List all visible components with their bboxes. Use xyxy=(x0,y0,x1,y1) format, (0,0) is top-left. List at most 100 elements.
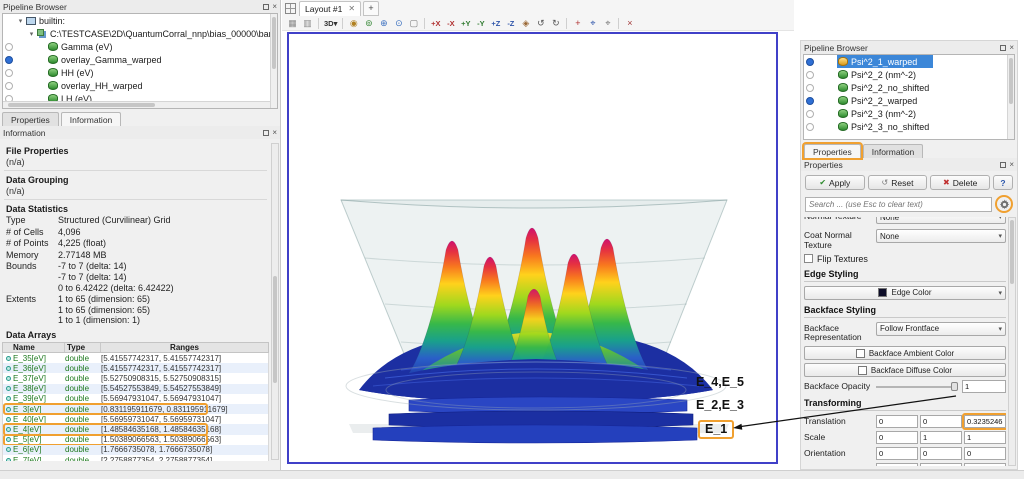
table-row[interactable]: E_6[eV]double[1.7666735078, 1.7666735078… xyxy=(3,445,268,455)
toolbar-reset-center-button[interactable]: ⌖ xyxy=(601,17,614,30)
tree-expander-icon[interactable]: ▾ xyxy=(16,17,25,25)
toolbar-set-view-minus-z-button[interactable]: -Z xyxy=(504,17,517,30)
table-row[interactable]: E_36[eV]double[5.41557742317, 5.41557742… xyxy=(3,363,268,373)
scale-y-input[interactable] xyxy=(920,431,962,444)
coat-normal-texture-dropdown[interactable]: None▾ xyxy=(876,229,1006,243)
backface-di ffuse-color-button[interactable]: Backface Diffuse Color xyxy=(804,363,1006,377)
chevron-down-icon[interactable]: ▾ xyxy=(998,289,1002,297)
toolbar-reset-camera-button[interactable]: ⊚ xyxy=(362,17,375,30)
apply-button[interactable]: ✔Apply xyxy=(805,175,865,190)
visibility-eye-icon[interactable] xyxy=(806,110,814,118)
pipeline-item[interactable]: Psi^2_1_warped xyxy=(804,55,1014,68)
visibility-eye-icon[interactable] xyxy=(806,58,814,66)
table-row[interactable]: E_38[eV]double[5.54527553849, 5.54527553… xyxy=(3,384,268,394)
close-icon[interactable]: × xyxy=(272,2,277,11)
information-scrollbar[interactable] xyxy=(271,143,279,460)
pipeline-item[interactable]: HH (eV) xyxy=(3,66,277,79)
toolbar-rotate-90-cw-button[interactable]: ↻ xyxy=(549,17,562,30)
right-pipeline-tree[interactable]: Psi^2_1_warpedPsi^2_2 (nm^-2)Psi^2_2_no_… xyxy=(803,54,1015,140)
orientation-y-input[interactable] xyxy=(920,447,962,460)
close-icon[interactable]: ✕ xyxy=(348,4,355,13)
table-row[interactable]: E_5[eV]double[1.50389066563, 1.503890665… xyxy=(3,435,268,445)
visibility-eye-icon[interactable] xyxy=(5,43,13,51)
toolbar-set-view-minus-y-button[interactable]: -Y xyxy=(474,17,487,30)
column-header-name[interactable]: Name xyxy=(3,343,65,352)
pipeline-item[interactable]: Psi^2_3 (nm^-2) xyxy=(804,107,1014,120)
delete-button[interactable]: ✖Delete xyxy=(930,175,990,190)
toolbar-pick-center-button[interactable]: ⌖ xyxy=(586,17,599,30)
table-row[interactable]: E_4[eV]double[1.48584635168, 1.485846351… xyxy=(3,424,268,434)
pipeline-item[interactable]: ▾builtin: xyxy=(3,14,277,27)
scale-x-input[interactable] xyxy=(876,431,918,444)
toolbar-set-view-plus-y-button[interactable]: +Y xyxy=(459,17,472,30)
undock-icon[interactable] xyxy=(263,4,269,10)
backface-ambient-color-button[interactable]: Backface Ambient Color xyxy=(804,346,1006,360)
undock-icon[interactable] xyxy=(263,130,269,136)
toolbar-rotate-90-ccw-button[interactable]: ↺ xyxy=(534,17,547,30)
visibility-eye-icon[interactable] xyxy=(5,82,13,90)
undock-icon[interactable] xyxy=(1000,162,1006,168)
visibility-eye-icon[interactable] xyxy=(806,97,814,105)
backface-opacity-input[interactable] xyxy=(962,380,1006,393)
tree-expander-icon[interactable]: ▾ xyxy=(27,30,36,38)
tree-horizontal-scrollbar[interactable] xyxy=(3,101,270,108)
gear-icon[interactable] xyxy=(999,199,1010,210)
toolbar-set-view-plus-z-button[interactable]: +Z xyxy=(489,17,502,30)
pipeline-item[interactable]: Gamma (eV) xyxy=(3,40,277,53)
origin-z-input[interactable] xyxy=(964,463,1006,466)
toolbar-zoom-closest-button[interactable]: ⊙ xyxy=(392,17,405,30)
tab-properties-right[interactable]: Properties xyxy=(804,144,861,158)
backface-representation-dropdown[interactable]: Follow Frontface▾ xyxy=(876,322,1006,336)
table-row[interactable]: E_40[eV]double[5.56959731047, 5.56959731… xyxy=(3,414,268,424)
add-layout-tab-button[interactable]: + xyxy=(363,1,379,16)
visibility-eye-icon[interactable] xyxy=(806,123,814,131)
visibility-eye-icon[interactable] xyxy=(806,71,814,79)
visibility-eye-icon[interactable] xyxy=(5,56,13,64)
toolbar-set-view-plus-x-button[interactable]: +X xyxy=(429,17,442,30)
tab-layout-1[interactable]: Layout #1 ✕ xyxy=(299,1,361,16)
tab-properties-left[interactable]: Properties xyxy=(2,112,59,126)
origin-y-input[interactable] xyxy=(920,463,962,466)
toolbar-isometric-view-button[interactable]: ◈ xyxy=(519,17,532,30)
orientation-x-input[interactable] xyxy=(876,447,918,460)
toolbar-paste-view-button[interactable]: ▥ xyxy=(301,17,314,30)
table-row[interactable]: E_7[eV]double[2.2758877354, 2.2758877354… xyxy=(3,455,268,461)
properties-scrollbar[interactable] xyxy=(1008,217,1016,466)
search-input[interactable] xyxy=(805,197,992,212)
tree-vertical-scrollbar[interactable] xyxy=(270,14,277,108)
visibility-eye-icon[interactable] xyxy=(5,69,13,77)
toolbar-zoom-to-box-button[interactable]: ▢ xyxy=(407,17,420,30)
column-header-ranges[interactable]: Ranges xyxy=(101,343,268,352)
undock-icon[interactable] xyxy=(1000,45,1006,51)
left-pipeline-tree[interactable]: ▾builtin:▾C:\TESTCASE\2D\QuantumCorral_n… xyxy=(2,13,278,109)
tab-information-left[interactable]: Information xyxy=(61,112,122,126)
tree-vertical-scrollbar[interactable] xyxy=(1007,55,1014,139)
toolbar-render-mode-3d-button[interactable]: 3D▾ xyxy=(323,17,338,30)
close-icon[interactable]: × xyxy=(1009,43,1014,52)
pipeline-item[interactable]: Psi^2_2_no_shifted xyxy=(804,81,1014,94)
render-view[interactable]: E_4,E_5 E_2,E_3 E_1 xyxy=(287,32,778,464)
toolbar-adjust-camera-button[interactable]: ◉ xyxy=(347,17,360,30)
normal-texture-dropdown[interactable]: None▾ xyxy=(876,217,1006,224)
close-icon[interactable]: × xyxy=(272,128,277,137)
scale-z-input[interactable] xyxy=(964,431,1006,444)
help-button[interactable]: ? xyxy=(993,175,1013,190)
pipeline-item[interactable]: ▾C:\TESTCASE\2D\QuantumCorral_nnp\bias_0… xyxy=(3,27,277,40)
translation-x-input[interactable] xyxy=(876,415,918,428)
column-header-type[interactable]: Type xyxy=(65,343,101,352)
toolbar-delete-view-button[interactable]: × xyxy=(623,17,636,30)
pipeline-item[interactable]: Psi^2_2_warped xyxy=(804,94,1014,107)
toolbar-show-center-axes-button[interactable]: + xyxy=(571,17,584,30)
toolbar-zoom-to-data-button[interactable]: ⊕ xyxy=(377,17,390,30)
close-icon[interactable]: × xyxy=(1009,160,1014,169)
orientation-z-input[interactable] xyxy=(964,447,1006,460)
translation-z-input[interactable] xyxy=(964,415,1006,428)
tab-information-right[interactable]: Information xyxy=(863,144,924,158)
table-row[interactable]: E_39[eV]double[5.56947931047, 5.56947931… xyxy=(3,394,268,404)
reset-button[interactable]: ↺Reset xyxy=(868,175,928,190)
pipeline-item[interactable]: Psi^2_2 (nm^-2) xyxy=(804,68,1014,81)
table-row[interactable]: E_37[eV]double[5.52750908315, 5.52750908… xyxy=(3,373,268,383)
toolbar-copy-view-button[interactable]: ▦ xyxy=(286,17,299,30)
table-row[interactable]: E_3[eV]double[0.831195911679, 0.83119591… xyxy=(3,404,268,414)
translation-y-input[interactable] xyxy=(920,415,962,428)
